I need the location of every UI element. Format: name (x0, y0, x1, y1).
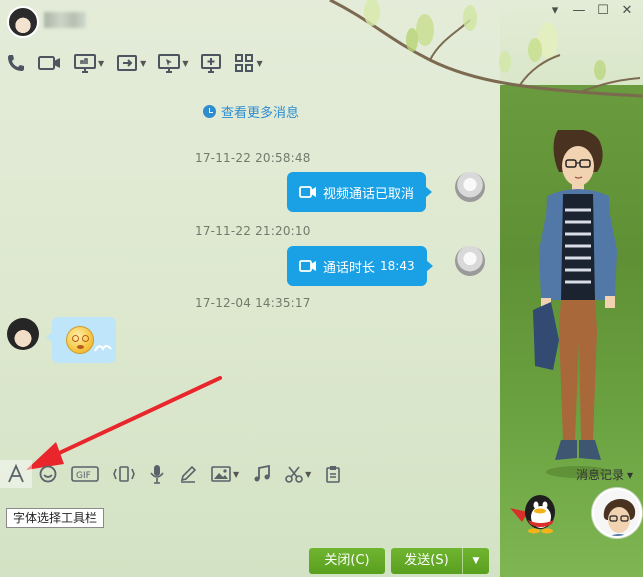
maximize-icon[interactable]: ☐ (593, 2, 613, 20)
close-icon[interactable]: ✕ (617, 2, 637, 20)
phone-icon (8, 55, 24, 71)
chevron-down-icon: ▾ (626, 467, 633, 482)
contact-name-blurred (44, 12, 86, 28)
handwrite-icon (180, 465, 197, 483)
remote-assist-icon (158, 54, 181, 73)
chevron-down-icon: ▼ (233, 469, 240, 479)
apps-icon (235, 54, 254, 72)
skin-dropdown-icon[interactable]: ▾ (545, 2, 565, 20)
screen-note-icon (201, 54, 222, 73)
minimize-icon[interactable]: — (569, 2, 589, 20)
font-button[interactable] (0, 460, 32, 488)
incoming-message-bubble[interactable] (46, 317, 116, 363)
message-text: 通话时长 (323, 260, 376, 276)
clipboard-button[interactable] (318, 460, 348, 488)
remote-file-button[interactable]: ▼ (110, 49, 152, 77)
call-duration: 18:43 (380, 259, 415, 273)
message-text: 视频通话已取消 (323, 186, 415, 202)
my-avatar-small[interactable] (455, 172, 485, 202)
qq-penguin-logo[interactable] (508, 490, 560, 534)
emoji-mouth (77, 345, 84, 349)
window-controls: ▾ — ☐ ✕ (545, 2, 637, 20)
send-button-label[interactable]: 发送(S) (391, 548, 463, 574)
character-illustration (533, 130, 617, 478)
send-button[interactable]: 发送(S) ▼ (391, 548, 489, 574)
svg-text:GIF: GIF (76, 471, 91, 481)
apps-button[interactable]: ▼ (228, 49, 268, 77)
voice-icon (150, 465, 164, 484)
font-toolbar-tooltip: 字体选择工具栏 (6, 508, 105, 528)
message-record-button[interactable]: 消息记录 ▾ (576, 466, 633, 483)
gif-button[interactable]: GIF (64, 460, 106, 488)
shake-icon (113, 466, 135, 482)
message-timestamp: 17-12-04 14:35:17 (195, 296, 311, 310)
chevron-down-icon: ▼ (140, 58, 147, 68)
contact-avatar-small[interactable] (7, 318, 39, 350)
screen-note-button[interactable] (194, 49, 228, 77)
wave-icon (94, 345, 112, 352)
message-record-label: 消息记录 (575, 468, 624, 482)
voice-message-button[interactable] (142, 460, 172, 488)
clock-icon (203, 105, 216, 118)
close-button[interactable]: 关闭(C) (309, 548, 385, 574)
video-icon (38, 56, 60, 70)
image-icon (211, 466, 231, 482)
outgoing-message-bubble[interactable]: 视频通话已取消 (287, 172, 433, 212)
my-avatar-small[interactable] (455, 246, 485, 276)
handwrite-button[interactable] (172, 460, 204, 488)
chat-window: ▾ — ☐ ✕ ▼ ▼ ▼ ▼ 查看更多消息 17-11-22 20:58:48… (0, 0, 643, 577)
input-toolbar: GIF ▼ ▼ (0, 458, 500, 490)
emoji-icon (39, 465, 57, 483)
screen-share-icon (74, 54, 96, 73)
video-call-button[interactable] (32, 49, 68, 77)
screen-share-button[interactable]: ▼ (68, 49, 110, 77)
message-timestamp: 17-11-22 20:58:48 (195, 151, 311, 165)
remote-icon (117, 55, 138, 71)
title-bar: ▾ — ☐ ✕ (0, 0, 643, 42)
emoji-face-icon (66, 326, 94, 354)
music-button[interactable] (246, 460, 278, 488)
clipboard-icon (326, 466, 341, 483)
contact-avatar[interactable] (7, 6, 39, 38)
my-avatar[interactable] (592, 488, 642, 538)
music-icon (254, 465, 271, 482)
outgoing-message-bubble[interactable]: 通话时长 18:43 (287, 246, 433, 286)
font-icon (8, 464, 24, 483)
remote-assist-button[interactable]: ▼ (152, 49, 194, 77)
view-more-messages-label: 查看更多消息 (221, 106, 300, 121)
screenshot-icon (285, 466, 303, 483)
chat-toolbar: ▼ ▼ ▼ ▼ (0, 48, 269, 78)
emoji-eye (82, 335, 89, 342)
view-more-messages-link[interactable]: 查看更多消息 (203, 102, 299, 121)
image-button[interactable]: ▼ (204, 460, 246, 488)
chevron-down-icon: ▼ (98, 58, 105, 68)
video-icon (299, 186, 316, 198)
send-options-dropdown[interactable]: ▼ (463, 548, 489, 574)
gif-icon: GIF (71, 466, 99, 482)
emoji-eye (72, 335, 79, 342)
chevron-down-icon: ▼ (182, 58, 189, 68)
voice-call-button[interactable] (0, 49, 32, 77)
chevron-down-icon: ▼ (256, 58, 263, 68)
shake-button[interactable] (106, 460, 142, 488)
emoji-button[interactable] (32, 460, 64, 488)
screenshot-button[interactable]: ▼ (278, 460, 318, 488)
video-icon (299, 260, 316, 272)
message-timestamp: 17-11-22 21:20:10 (195, 224, 311, 238)
chevron-down-icon: ▼ (305, 469, 312, 479)
